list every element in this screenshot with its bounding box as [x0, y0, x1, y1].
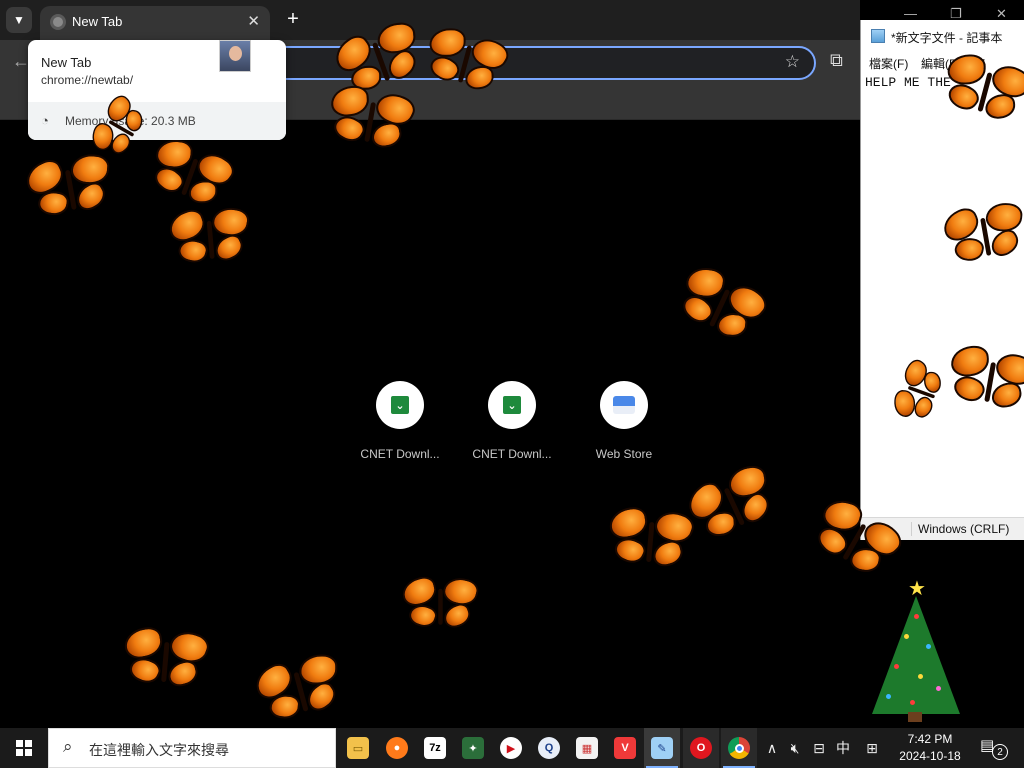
ornament — [894, 664, 899, 669]
opera-taskbar-button[interactable]: O — [683, 728, 719, 768]
desktop: ▼ New Tab ✕ + ← ☆ ⧉ ⌄ CNET Downl... ⌄ CN… — [0, 0, 1024, 768]
notepad-title-bar: *新文字文件 - 記事本 — [861, 20, 1024, 50]
notepad-text-area[interactable]: HELP ME THE — [865, 75, 951, 90]
shortcut-label: CNET Downl... — [360, 447, 440, 461]
tray-overflow-chevron-icon[interactable]: ∧ — [762, 728, 782, 768]
start-button[interactable] — [0, 728, 48, 768]
web-store-icon — [613, 396, 635, 414]
hover-card-url: chrome://newtab/ — [41, 73, 134, 87]
ornament — [926, 644, 931, 649]
clock-time: 7:42 PM — [907, 732, 953, 746]
notification-count: 2 — [992, 744, 1008, 760]
notification-center-button[interactable]: ▤ 2 — [980, 736, 1010, 760]
calendar-icon[interactable]: ▦ — [571, 732, 603, 764]
file-explorer-icon[interactable]: ▭ — [342, 732, 374, 764]
games-icon[interactable]: ✦ — [457, 732, 489, 764]
shortcut-circle: ⌄ — [376, 381, 424, 429]
volume-muted-icon[interactable]: 🔇︎ — [784, 728, 806, 768]
search-icon: ⌕ — [63, 737, 73, 756]
notepad-title: *新文字文件 - 記事本 — [891, 31, 1003, 45]
line-ending-status: Windows (CRLF) — [911, 522, 1009, 536]
shortcut-cnet-download-2[interactable]: ⌄ CNET Downl... — [464, 381, 560, 461]
chevron-down-icon: ▼ — [13, 13, 25, 27]
new-tab-button[interactable]: + — [282, 6, 304, 32]
media-player-icon[interactable]: ▶ — [495, 732, 527, 764]
profile-avatar — [219, 40, 251, 72]
taskbar-search[interactable]: ⌕ 在這裡輸入文字來搜尋 — [48, 728, 336, 768]
7zip-icon[interactable]: 7z — [419, 732, 451, 764]
magnifier-icon[interactable]: Q — [533, 732, 565, 764]
hover-card-title: New Tab — [41, 55, 92, 70]
chrome-taskbar-button[interactable] — [721, 728, 757, 768]
star-icon: ★ — [908, 578, 926, 600]
ime-indicator[interactable]: 中 — [832, 728, 854, 768]
extensions-icon[interactable]: ⧉ — [830, 50, 843, 71]
menu-file[interactable]: 檔案(F) — [869, 55, 908, 72]
system-clock[interactable]: 7:42 PM 2024-10-18 — [890, 731, 970, 765]
chrome-favicon-icon — [50, 14, 66, 30]
ornament — [910, 700, 915, 705]
butterfly-wing — [924, 371, 941, 393]
address-bar[interactable]: ☆ — [250, 46, 816, 80]
chrome-tab-strip: ▼ New Tab ✕ + — [0, 0, 860, 40]
shortcut-circle — [600, 381, 648, 429]
minimize-icon[interactable]: — — [904, 6, 917, 21]
ornament — [936, 686, 941, 691]
shortcut-cnet-download-1[interactable]: ⌄ CNET Downl... — [352, 381, 448, 461]
vivaldi-icon[interactable]: V — [609, 732, 641, 764]
tab-close-icon[interactable]: ✕ — [247, 12, 260, 30]
notepad-icon — [871, 29, 885, 43]
notepad-taskbar-button[interactable]: ✎ — [644, 728, 680, 768]
ornament — [914, 614, 919, 619]
ime-mode-icon[interactable]: ⊞ — [860, 728, 884, 768]
taskbar: ⌕ 在這裡輸入文字來搜尋 ▭ ● 7z ✦ ▶ Q ▦ V ✎ O ∧ 🔇︎ ⊟… — [0, 728, 1024, 768]
tree-trunk — [908, 712, 922, 722]
shortcut-label: Web Store — [595, 447, 653, 461]
ornament — [886, 694, 891, 699]
shortcut-circle: ⌄ — [488, 381, 536, 429]
ornament — [904, 634, 909, 639]
butterfly-body — [438, 588, 443, 625]
shortcut-web-store[interactable]: Web Store — [576, 381, 672, 461]
shortcut-label: CNET Downl... — [472, 447, 552, 461]
firefox-icon[interactable]: ● — [381, 732, 413, 764]
ornament — [918, 674, 923, 679]
tab-new-tab[interactable]: New Tab ✕ — [40, 6, 270, 40]
chrome-icon — [723, 732, 755, 764]
windows-logo-icon — [16, 740, 32, 756]
bookmark-star-icon[interactable]: ☆ — [785, 52, 800, 72]
tab-hover-card: New Tab chrome://newtab/ ◔ Memory usage:… — [28, 40, 286, 140]
christmas-tree-decoration: ★ — [870, 574, 962, 724]
notepad-icon: ✎ — [646, 732, 678, 764]
tab-search-button[interactable]: ▼ — [6, 7, 32, 33]
search-placeholder: 在這裡輸入文字來搜尋 — [89, 742, 229, 758]
network-icon[interactable]: ⊟ — [808, 728, 830, 768]
opera-icon: O — [685, 732, 717, 764]
clock-date: 2024-10-18 — [899, 749, 961, 763]
memory-gauge-icon: ◔ — [41, 113, 49, 128]
hover-card-footer: ◔ Memory usage: 20.3 MB — [28, 102, 286, 140]
cnet-download-icon: ⌄ — [503, 396, 521, 414]
tab-title: New Tab — [72, 14, 123, 29]
cnet-download-icon: ⌄ — [391, 396, 409, 414]
